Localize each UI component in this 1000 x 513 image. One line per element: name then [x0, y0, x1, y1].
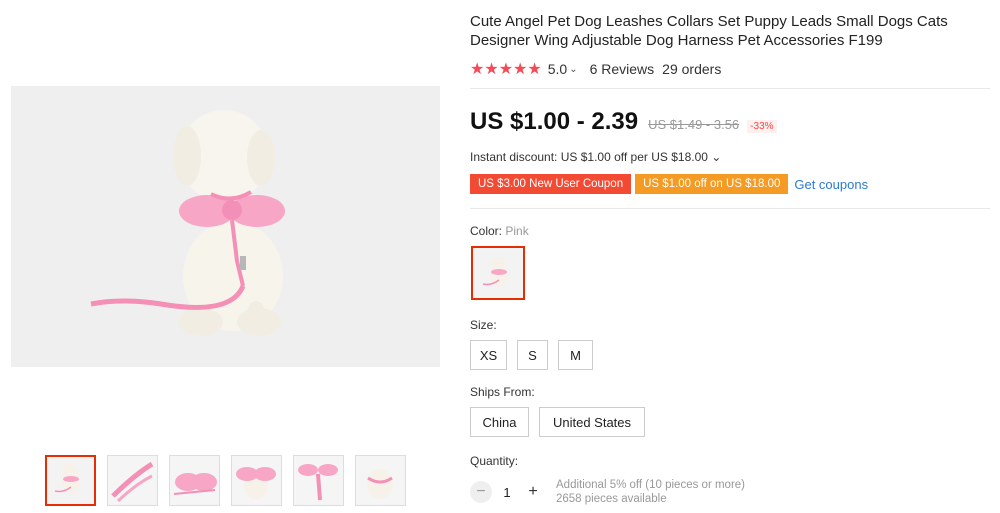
discount-badge: -33%: [747, 120, 777, 133]
color-label: Color:: [470, 224, 503, 238]
divider: [470, 208, 990, 209]
stock-available-note: 2658 pieces available: [556, 493, 667, 505]
ships-from-label: Ships From:: [470, 385, 535, 399]
original-price: US $1.49 - 3.56: [648, 117, 740, 132]
color-swatch-image: [475, 250, 521, 296]
ships-from-china[interactable]: China: [470, 407, 529, 437]
thumbnail-3[interactable]: [169, 455, 220, 506]
thumbnail-strip: [45, 455, 406, 506]
quantity-decrease-button[interactable]: −: [470, 481, 492, 503]
rating-row: ★★★★★ 5.0 ⌄ 6 Reviews 29 orders: [470, 59, 721, 79]
product-title: Cute Angel Pet Dog Leashes Collars Set P…: [470, 13, 948, 49]
thumbnail-5-image: [294, 456, 343, 505]
size-option-m[interactable]: M: [558, 340, 593, 370]
ships-from-options: China United States: [470, 407, 645, 437]
quantity-label: Quantity:: [470, 454, 519, 468]
instant-discount-toggle[interactable]: Instant discount: US $1.00 off per US $1…: [470, 150, 721, 164]
quantity-input[interactable]: 1: [492, 485, 522, 500]
color-selected-value: Pink: [505, 224, 529, 238]
price-row: US $1.00 - 2.39 US $1.49 - 3.56 -33%: [470, 108, 777, 136]
thumbnail-1[interactable]: [45, 455, 96, 506]
reviews-link[interactable]: 6 Reviews: [590, 61, 655, 77]
current-price: US $1.00 - 2.39: [470, 108, 639, 135]
star-rating-icon: ★★★★★: [470, 61, 542, 78]
size-options: XS S M: [470, 340, 593, 370]
thumbnail-2[interactable]: [107, 455, 158, 506]
quantity-increase-button[interactable]: +: [522, 481, 544, 503]
color-label-row: Color: Pink: [470, 224, 529, 238]
thumbnail-3-image: [170, 456, 219, 505]
store-coupon[interactable]: US $1.00 off on US $18.00: [635, 174, 789, 194]
thumbnail-1-image: [47, 457, 94, 504]
size-option-xs[interactable]: XS: [470, 340, 507, 370]
ships-from-united-states[interactable]: United States: [539, 407, 645, 437]
rating-value[interactable]: 5.0: [548, 61, 567, 77]
dog-photo-illustration: [11, 86, 440, 367]
main-product-image[interactable]: [11, 86, 440, 367]
thumbnail-5[interactable]: [293, 455, 344, 506]
thumbnail-2-image: [108, 456, 157, 505]
quantity-note: Additional 5% off (10 pieces or more) 26…: [556, 478, 745, 506]
coupon-row: US $3.00 New User Coupon US $1.00 off on…: [470, 174, 868, 194]
thumbnail-6-image: [356, 456, 405, 505]
thumbnail-4[interactable]: [231, 455, 282, 506]
bulk-discount-note: Additional 5% off (10 pieces or more): [556, 479, 745, 491]
new-user-coupon[interactable]: US $3.00 New User Coupon: [470, 174, 632, 194]
size-label: Size:: [470, 318, 497, 332]
thumbnail-4-image: [232, 456, 281, 505]
chevron-down-icon[interactable]: ⌄: [569, 64, 577, 75]
orders-count: 29 orders: [662, 61, 722, 77]
quantity-stepper: − 1 + Additional 5% off (10 pieces or mo…: [470, 478, 745, 506]
thumbnail-6[interactable]: [355, 455, 406, 506]
get-coupons-link[interactable]: Get coupons: [794, 177, 868, 192]
color-option-pink[interactable]: [471, 246, 525, 300]
divider: [470, 88, 990, 89]
size-option-s[interactable]: S: [517, 340, 548, 370]
